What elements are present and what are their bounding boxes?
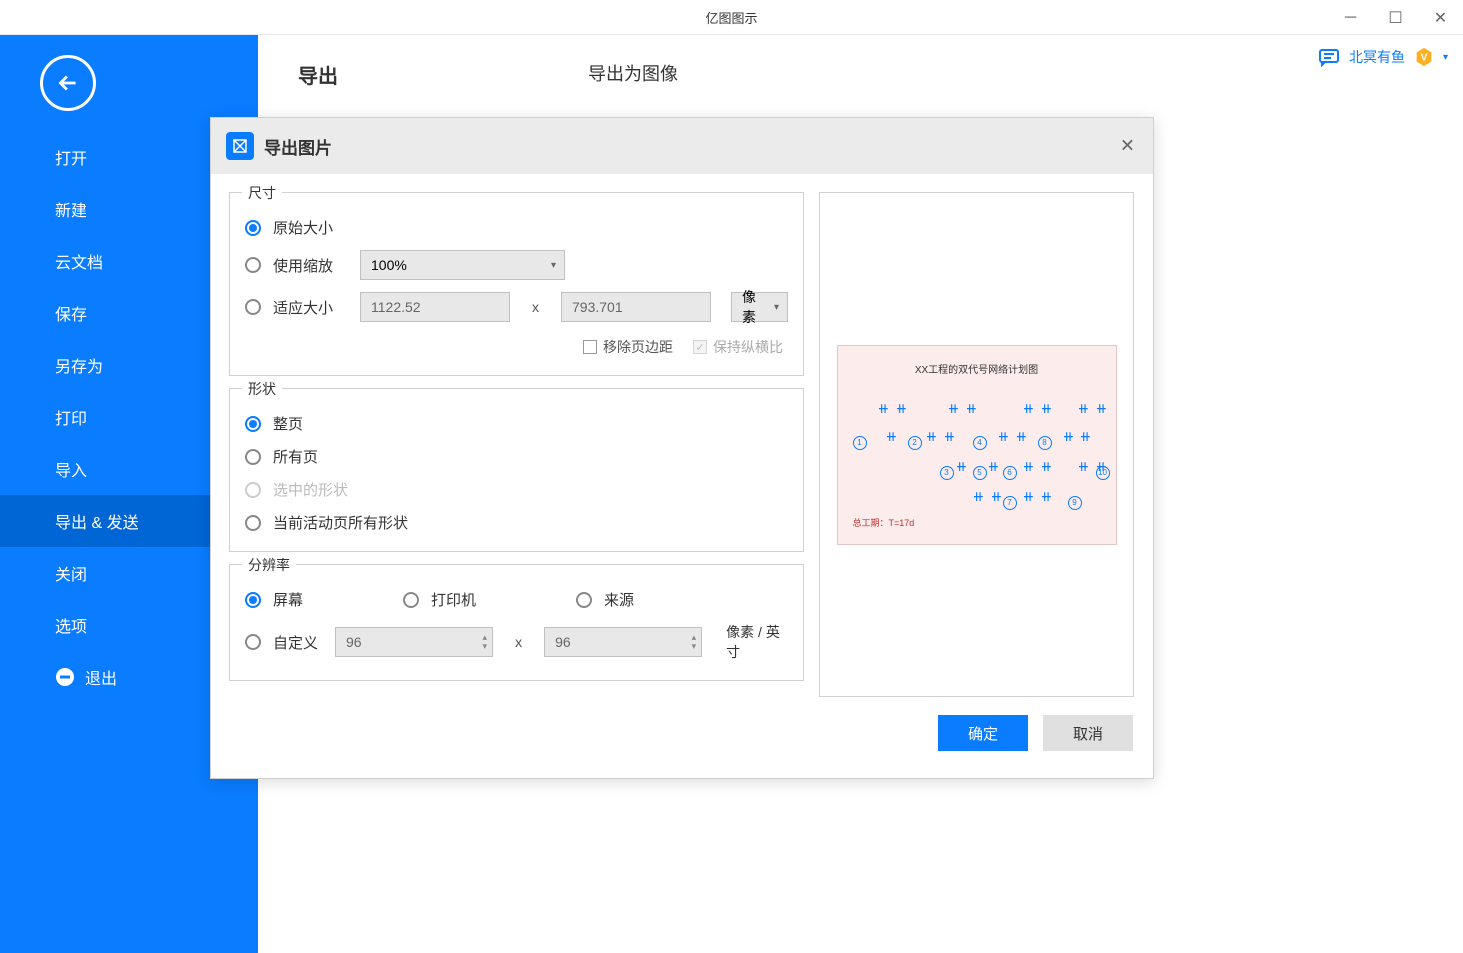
keep-ratio-label: 保持纵横比 <box>713 337 783 357</box>
shape-fieldset: 形状 整页 所有页 选中的形状 当前活动页所有形状 <box>229 388 804 552</box>
app-title: 亿图图示 <box>705 8 757 27</box>
arrow-left-icon <box>55 70 81 96</box>
radio-custom[interactable] <box>245 634 261 650</box>
preview-diagram-title: XX工程的双代号网络计划图 <box>848 361 1106 376</box>
radio-original-label: 原始大小 <box>273 217 348 238</box>
source-label: 来源 <box>604 589 634 610</box>
x-separator-2: x <box>515 634 522 650</box>
dpi-x-input[interactable]: 96 <box>335 627 493 657</box>
radio-fit[interactable] <box>245 299 261 315</box>
x-separator: x <box>532 299 539 315</box>
printer-label: 打印机 <box>431 589 476 610</box>
radio-current-page[interactable] <box>245 515 261 531</box>
page-heading: 导出 <box>298 60 338 89</box>
preview-duration: 总工期：T=17d <box>853 516 915 529</box>
unit-select[interactable]: 像素 <box>731 292 788 322</box>
preview-diagram: 1 2 3 4 5 6 7 8 9 10 ⧺ ⧺ ⧺ ⧺ ⧺ ⧺ ⧺ <box>848 391 1106 511</box>
radio-printer[interactable] <box>403 592 419 608</box>
radio-scale-label: 使用缩放 <box>273 255 348 276</box>
maximize-button[interactable]: ☐ <box>1373 0 1418 35</box>
resolution-legend: 分辨率 <box>242 555 296 575</box>
cancel-button[interactable]: 取消 <box>1043 715 1133 751</box>
radio-fit-label: 适应大小 <box>273 297 348 318</box>
checkbox-keep-ratio <box>693 340 707 354</box>
resolution-fieldset: 分辨率 屏幕 打印机 来源 <box>229 564 804 681</box>
minimize-button[interactable]: ─ <box>1328 0 1373 35</box>
preview-panel: XX工程的双代号网络计划图 1 2 3 4 5 6 7 8 9 10 ⧺ ⧺ ⧺… <box>819 192 1134 697</box>
checkbox-remove-margin[interactable] <box>583 340 597 354</box>
page-subheading: 导出为图像 <box>588 60 678 89</box>
custom-label: 自定义 <box>273 632 323 653</box>
dialog-title: 导出图片 <box>264 134 332 159</box>
ok-button[interactable]: 确定 <box>938 715 1028 751</box>
current-page-label: 当前活动页所有形状 <box>273 512 408 533</box>
screen-label: 屏幕 <box>273 589 303 610</box>
width-input[interactable] <box>360 292 510 322</box>
dialog-close-button[interactable]: ✕ <box>1120 136 1135 157</box>
back-button[interactable] <box>40 55 96 111</box>
all-pages-label: 所有页 <box>273 446 348 467</box>
radio-screen[interactable] <box>245 592 261 608</box>
scale-select[interactable]: 100% <box>360 250 565 280</box>
radio-source[interactable] <box>576 592 592 608</box>
export-dialog: 导出图片 ✕ 尺寸 原始大小 使用缩放 100% 适应大小 <box>210 117 1154 779</box>
size-fieldset: 尺寸 原始大小 使用缩放 100% 适应大小 x 像素 <box>229 192 804 376</box>
close-button[interactable]: ✕ <box>1418 0 1463 35</box>
full-page-label: 整页 <box>273 413 348 434</box>
radio-scale[interactable] <box>245 257 261 273</box>
dpi-y-input[interactable]: 96 <box>544 627 702 657</box>
preview-image: XX工程的双代号网络计划图 1 2 3 4 5 6 7 8 9 10 ⧺ ⧺ ⧺… <box>837 345 1117 545</box>
selected-shapes-label: 选中的形状 <box>273 479 348 500</box>
height-input[interactable] <box>561 292 711 322</box>
size-legend: 尺寸 <box>242 183 282 203</box>
radio-original-size[interactable] <box>245 220 261 236</box>
radio-full-page[interactable] <box>245 416 261 432</box>
radio-all-pages[interactable] <box>245 449 261 465</box>
remove-margin-label: 移除页边距 <box>603 337 673 357</box>
dialog-app-icon <box>226 132 254 160</box>
exit-icon <box>55 667 75 687</box>
shape-legend: 形状 <box>242 379 282 399</box>
radio-selected-shapes <box>245 482 261 498</box>
dpi-unit-label: 像素 / 英寸 <box>726 622 788 662</box>
